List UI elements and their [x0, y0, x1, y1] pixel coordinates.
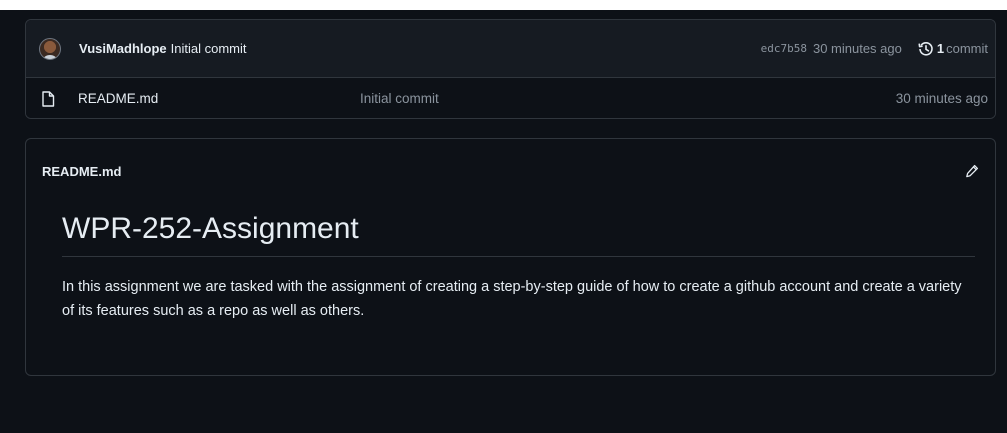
file-listing: VusiMadhlope Initial commit edc7b58 30 m… [25, 19, 996, 119]
readme-paragraph: In this assignment we are tasked with th… [62, 279, 962, 319]
commit-history-link[interactable]: 1 commit [918, 41, 988, 57]
file-row[interactable]: README.md Initial commit 30 minutes ago [26, 78, 995, 118]
commit-count-number: 1 [936, 41, 945, 56]
commit-author-link[interactable]: VusiMadhlope [79, 41, 167, 56]
repo-content: VusiMadhlope Initial commit edc7b58 30 m… [0, 10, 1007, 433]
latest-commit-bar: VusiMadhlope Initial commit edc7b58 30 m… [26, 20, 995, 78]
top-strip [0, 0, 1007, 10]
commit-time: 30 minutes ago [812, 41, 902, 56]
readme-title: WPR-252-Assignment [62, 212, 975, 257]
pencil-icon[interactable] [965, 164, 979, 178]
commit-sha-link[interactable]: edc7b58 [761, 42, 807, 55]
commit-count-label: commit [946, 41, 988, 56]
readme-filename: README.md [42, 163, 122, 179]
file-icon [42, 90, 55, 107]
avatar[interactable] [39, 37, 61, 60]
file-name-link[interactable]: README.md [78, 91, 158, 106]
readme-content: WPR-252-Assignment In this assignment we… [26, 212, 995, 323]
readme-panel: README.md WPR-252-Assignment In this ass… [25, 138, 996, 376]
commit-message-link[interactable]: Initial commit [171, 41, 247, 56]
file-commit-message-link[interactable]: Initial commit [360, 91, 439, 106]
file-commit-time: 30 minutes ago [895, 91, 988, 106]
readme-header: README.md [26, 139, 995, 203]
history-icon [918, 41, 933, 56]
